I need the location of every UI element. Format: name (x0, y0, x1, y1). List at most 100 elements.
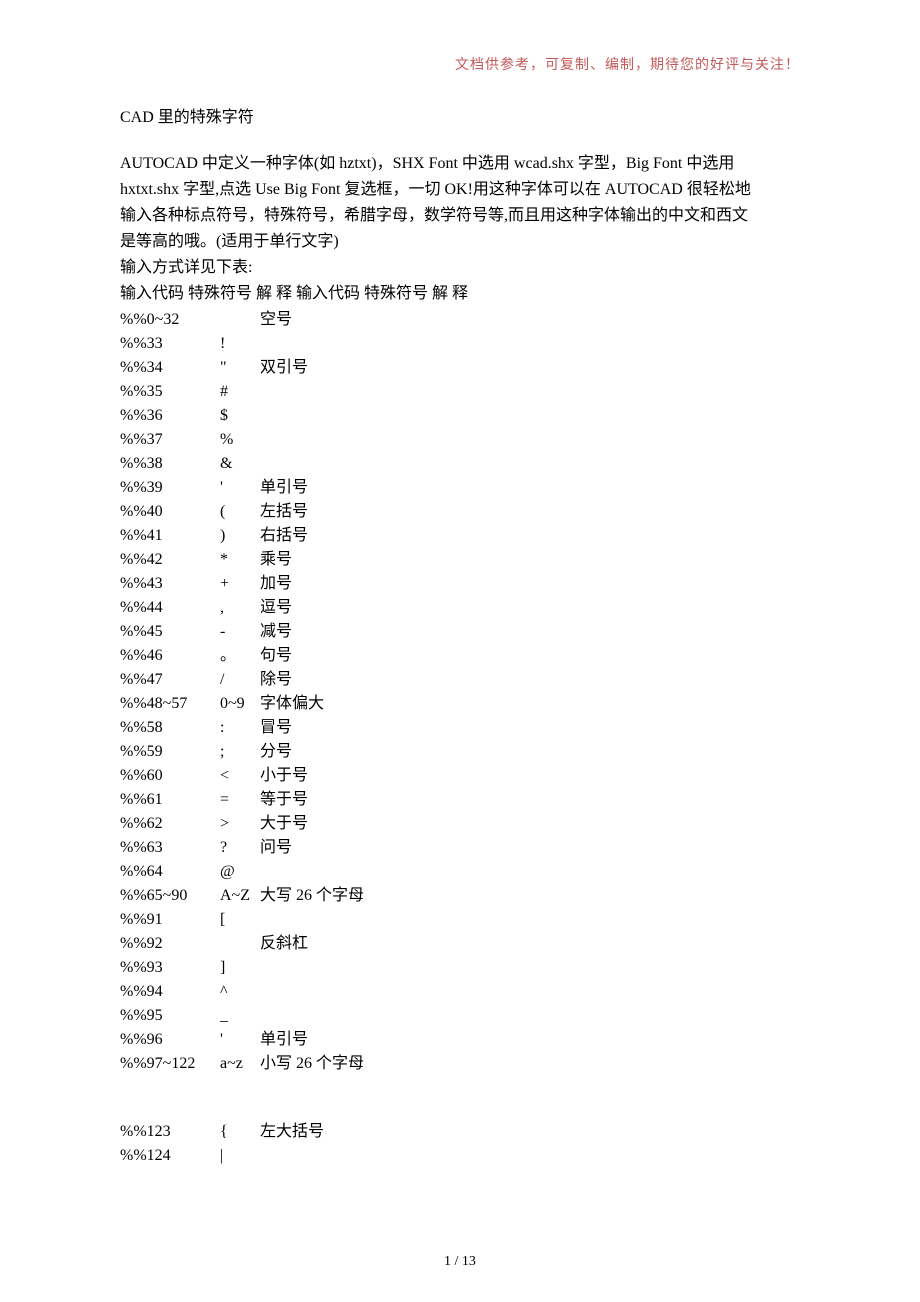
intro-line: 是等高的哦。(适用于单行文字) (120, 230, 800, 254)
code-value: %%47 (120, 668, 220, 692)
description-value: 除号 (260, 668, 800, 692)
code-value: %%45 (120, 620, 220, 644)
symbol-value: # (220, 380, 260, 404)
description-value (260, 404, 800, 428)
symbol-value: @ (220, 860, 260, 884)
code-value: %%46 (120, 644, 220, 668)
symbol-value (220, 932, 260, 956)
description-value: 大于号 (260, 812, 800, 836)
code-row: %%59;分号 (120, 740, 800, 764)
code-table-block-1: %%0~32空号%%33!%%34"双引号%%35#%%36$%%37%%%38… (120, 308, 800, 1076)
intro-line: AUTOCAD 中定义一种字体(如 hztxt)，SHX Font 中选用 wc… (120, 152, 800, 176)
description-value: 冒号 (260, 716, 800, 740)
code-value: %%38 (120, 452, 220, 476)
code-row: %%48~570~9字体偏大 (120, 692, 800, 716)
code-row: %%39'单引号 (120, 476, 800, 500)
description-value: 左大括号 (260, 1120, 800, 1144)
symbol-value: ' (220, 476, 260, 500)
symbol-value: : (220, 716, 260, 740)
description-value: 双引号 (260, 356, 800, 380)
symbol-value: ? (220, 836, 260, 860)
code-value: %%93 (120, 956, 220, 980)
description-value (260, 860, 800, 884)
symbol-value: [ (220, 908, 260, 932)
code-value: %%34 (120, 356, 220, 380)
description-value (260, 956, 800, 980)
code-value: %%59 (120, 740, 220, 764)
symbol-value: % (220, 428, 260, 452)
symbol-value: & (220, 452, 260, 476)
description-value: 乘号 (260, 548, 800, 572)
code-row: %%45-减号 (120, 620, 800, 644)
page-title: CAD 里的特殊字符 (120, 106, 800, 130)
code-value: %%97~122 (120, 1052, 220, 1076)
description-value: 大写 26 个字母 (260, 884, 800, 908)
blank-line (120, 1076, 800, 1098)
description-value (260, 1004, 800, 1028)
intro-line: 输入代码 特殊符号 解 释 输入代码 特殊符号 解 释 (120, 282, 800, 306)
code-row: %%38& (120, 452, 800, 476)
description-value: 小于号 (260, 764, 800, 788)
description-value (260, 452, 800, 476)
code-row: %%41)右括号 (120, 524, 800, 548)
description-value: 逗号 (260, 596, 800, 620)
code-value: %%36 (120, 404, 220, 428)
code-row: %%94^ (120, 980, 800, 1004)
code-row: %%92 反斜杠 (120, 932, 800, 956)
symbol-value: " (220, 356, 260, 380)
code-value: %%61 (120, 788, 220, 812)
symbol-value: ; (220, 740, 260, 764)
symbol-value: > (220, 812, 260, 836)
symbol-value: < (220, 764, 260, 788)
code-value: %%92 (120, 932, 220, 956)
code-row: %%36$ (120, 404, 800, 428)
symbol-value: + (220, 572, 260, 596)
description-value: 等于号 (260, 788, 800, 812)
description-value: 加号 (260, 572, 800, 596)
code-row: %%43+加号 (120, 572, 800, 596)
intro-line: hxtxt.shx 字型,点选 Use Big Font 复选框，一切 OK!用… (120, 178, 800, 202)
code-value: %%43 (120, 572, 220, 596)
symbol-value: ' (220, 1028, 260, 1052)
description-value: 单引号 (260, 476, 800, 500)
intro-paragraph: AUTOCAD 中定义一种字体(如 hztxt)，SHX Font 中选用 wc… (120, 152, 800, 306)
code-row: %%37% (120, 428, 800, 452)
code-value: %%48~57 (120, 692, 220, 716)
code-row: %%60<小于号 (120, 764, 800, 788)
symbol-value (220, 308, 260, 332)
page-number: 1 / 13 (0, 1251, 920, 1272)
symbol-value: { (220, 1120, 260, 1144)
description-value: 左括号 (260, 500, 800, 524)
symbol-value: A~Z (220, 884, 260, 908)
code-value: %%124 (120, 1144, 220, 1168)
code-value: %%44 (120, 596, 220, 620)
code-row: %%47/除号 (120, 668, 800, 692)
code-row: %%97~122a~z小写 26 个字母 (120, 1052, 800, 1076)
code-value: %%39 (120, 476, 220, 500)
code-row: %%35# (120, 380, 800, 404)
blank-line (120, 1098, 800, 1120)
code-row: %%46。句号 (120, 644, 800, 668)
code-row: %%62>大于号 (120, 812, 800, 836)
symbol-value: / (220, 668, 260, 692)
intro-line: 输入各种标点符号，特殊符号，希腊字母，数学符号等,而且用这种字体输出的中文和西文 (120, 204, 800, 228)
symbol-value: = (220, 788, 260, 812)
code-row: %%91[ (120, 908, 800, 932)
description-value: 字体偏大 (260, 692, 800, 716)
description-value: 反斜杠 (260, 932, 800, 956)
code-row: %%123{左大括号 (120, 1120, 800, 1144)
description-value: 减号 (260, 620, 800, 644)
code-row: %%63?问号 (120, 836, 800, 860)
description-value (260, 380, 800, 404)
code-row: %%44,逗号 (120, 596, 800, 620)
description-value (260, 1144, 800, 1168)
code-row: %%61=等于号 (120, 788, 800, 812)
intro-line: 输入方式详见下表: (120, 256, 800, 280)
code-value: %%63 (120, 836, 220, 860)
code-row: %%40(左括号 (120, 500, 800, 524)
symbol-value: 0~9 (220, 692, 260, 716)
code-value: %%33 (120, 332, 220, 356)
code-value: %%41 (120, 524, 220, 548)
symbol-value: ( (220, 500, 260, 524)
description-value: 小写 26 个字母 (260, 1052, 800, 1076)
